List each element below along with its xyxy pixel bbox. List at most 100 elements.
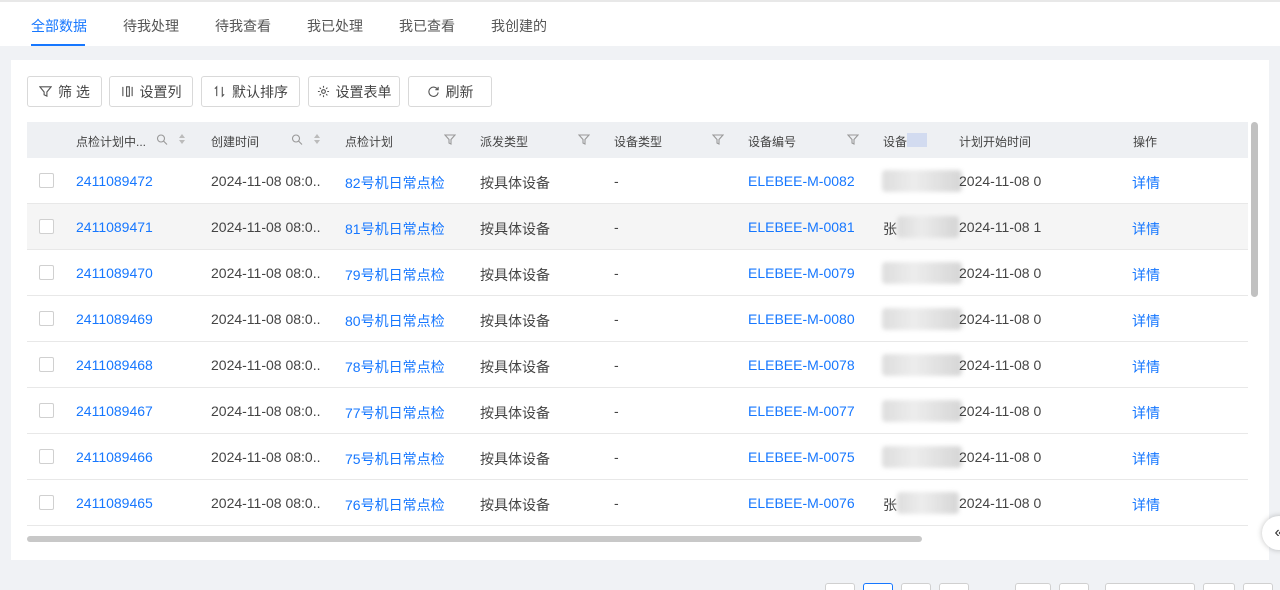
row-checkbox[interactable] <box>39 495 54 510</box>
start-time: 2024-11-08 0 <box>959 173 1042 189</box>
plan-link[interactable]: 75号机日常点检 <box>345 449 445 469</box>
dispatch-type: 按具体设备 <box>480 267 550 283</box>
plan-no-link[interactable]: 2411089470 <box>76 265 153 281</box>
horizontal-scrollbar[interactable] <box>27 536 922 542</box>
device-name: 张 <box>883 221 897 237</box>
refresh-button[interactable]: 刷新 <box>408 76 492 107</box>
col-header-start-time[interactable]: 计划开始时间 <box>959 133 1031 150</box>
default-sort-button[interactable]: 默认排序 <box>201 76 300 107</box>
plan-link[interactable]: 76号机日常点检 <box>345 495 445 515</box>
page-jump-button[interactable] <box>1243 583 1273 590</box>
start-time: 2024-11-08 0 <box>959 357 1042 373</box>
details-link[interactable]: 详情 <box>1132 449 1160 469</box>
plan-link[interactable]: 80号机日常点检 <box>345 311 445 331</box>
start-time: 2024-11-08 0 <box>959 449 1042 465</box>
active-tab-indicator <box>31 44 85 46</box>
details-link[interactable]: 详情 <box>1132 219 1160 239</box>
pagination-page[interactable] <box>1015 583 1051 590</box>
row-checkbox[interactable] <box>39 173 54 188</box>
col-header-plan-no[interactable]: 点检计划中... <box>76 133 146 150</box>
row-checkbox[interactable] <box>39 265 54 280</box>
tab-pending-view[interactable]: 待我查看 <box>215 16 271 36</box>
details-link[interactable]: 详情 <box>1132 495 1160 515</box>
row-checkbox[interactable] <box>39 449 54 464</box>
plan-no-link[interactable]: 2411089465 <box>76 495 153 511</box>
page-jump-input[interactable] <box>1203 583 1235 590</box>
device-no-link[interactable]: ELEBEE-M-0078 <box>748 357 855 373</box>
pagination-page[interactable] <box>939 583 969 590</box>
plan-link[interactable]: 79号机日常点检 <box>345 265 445 285</box>
row-checkbox[interactable] <box>39 311 54 326</box>
redacted-device-name <box>897 492 959 514</box>
device-no-link[interactable]: ELEBEE-M-0079 <box>748 265 855 281</box>
plan-no-link[interactable]: 2411089471 <box>76 219 153 235</box>
tabs-bar: 全部数据 待我处理 待我查看 我已处理 我已查看 我创建的 <box>0 0 1280 46</box>
pagination-next-button[interactable] <box>1059 583 1089 590</box>
filter-icon[interactable] <box>444 133 456 146</box>
sort-toggle-icon[interactable] <box>313 132 321 146</box>
device-type: - <box>614 449 619 465</box>
set-columns-label: 设置列 <box>139 83 182 100</box>
plan-link[interactable]: 81号机日常点检 <box>345 219 445 239</box>
created-time: 2024-11-08 08:0... <box>211 219 321 235</box>
redacted-device-name <box>882 354 962 376</box>
device-no-link[interactable]: ELEBEE-M-0080 <box>748 311 855 327</box>
details-link[interactable]: 详情 <box>1132 173 1160 193</box>
col-header-dispatch[interactable]: 派发类型 <box>480 133 528 150</box>
pagination-page[interactable] <box>901 583 931 590</box>
plan-link[interactable]: 78号机日常点检 <box>345 357 445 377</box>
device-type: - <box>614 495 619 511</box>
device-no-link[interactable]: ELEBEE-M-0081 <box>748 219 855 235</box>
set-columns-button[interactable]: 设置列 <box>109 76 193 107</box>
filter-icon[interactable] <box>578 133 590 146</box>
device-no-link[interactable]: ELEBEE-M-0077 <box>748 403 855 419</box>
row-checkbox[interactable] <box>39 403 54 418</box>
redacted-device-name <box>882 308 962 330</box>
device-no-link[interactable]: ELEBEE-M-0075 <box>748 449 855 465</box>
row-checkbox[interactable] <box>39 357 54 372</box>
col-header-plan[interactable]: 点检计划 <box>345 133 393 150</box>
details-link[interactable]: 详情 <box>1132 357 1160 377</box>
tab-handled[interactable]: 我已处理 <box>307 16 363 36</box>
device-no-link[interactable]: ELEBEE-M-0082 <box>748 173 855 189</box>
sort-toggle-icon[interactable] <box>178 132 186 146</box>
col-header-device-no[interactable]: 设备编号 <box>748 133 796 150</box>
created-time: 2024-11-08 08:0... <box>211 403 321 419</box>
filter-icon[interactable] <box>847 133 859 146</box>
plan-no-link[interactable]: 2411089466 <box>76 449 153 465</box>
plan-link[interactable]: 82号机日常点检 <box>345 173 445 193</box>
tab-pending-handle[interactable]: 待我处理 <box>123 16 179 36</box>
pagination-page-current[interactable] <box>863 583 893 590</box>
device-type: - <box>614 403 619 419</box>
table-row: 2411089466 2024-11-08 08:0... 75号机日常点检 按… <box>27 434 1248 480</box>
row-checkbox[interactable] <box>39 219 54 234</box>
plan-no-link[interactable]: 2411089472 <box>76 173 153 189</box>
start-time: 2024-11-08 1 <box>959 219 1042 235</box>
details-link[interactable]: 详情 <box>1132 311 1160 331</box>
device-no-link[interactable]: ELEBEE-M-0076 <box>748 495 855 511</box>
details-link[interactable]: 详情 <box>1132 265 1160 285</box>
vertical-scrollbar[interactable] <box>1251 122 1258 297</box>
col-header-device-type[interactable]: 设备类型 <box>614 133 662 150</box>
columns-icon <box>121 86 133 97</box>
tab-all-data[interactable]: 全部数据 <box>31 16 87 36</box>
tab-viewed[interactable]: 我已查看 <box>399 16 455 36</box>
tab-created-by-me[interactable]: 我创建的 <box>491 16 547 36</box>
col-header-created[interactable]: 创建时间 <box>211 133 259 150</box>
plan-link[interactable]: 77号机日常点检 <box>345 403 445 423</box>
pagination-prev-button[interactable] <box>825 583 855 590</box>
plan-no-link[interactable]: 2411089469 <box>76 311 153 327</box>
col-header-device-name[interactable]: 设备 <box>883 133 907 150</box>
plan-no-link[interactable]: 2411089467 <box>76 403 153 419</box>
dispatch-type: 按具体设备 <box>480 221 550 237</box>
plan-no-link[interactable]: 2411089468 <box>76 357 153 373</box>
set-form-button[interactable]: 设置表单 <box>308 76 400 107</box>
filter-button[interactable]: 筛 选 <box>27 76 102 107</box>
page-size-select[interactable] <box>1105 583 1195 590</box>
table-row: 2411089472 2024-11-08 08:0... 82号机日常点检 按… <box>27 158 1248 204</box>
details-link[interactable]: 详情 <box>1132 403 1160 423</box>
search-icon[interactable] <box>156 133 168 146</box>
refresh-icon <box>427 86 439 97</box>
search-icon[interactable] <box>291 133 303 146</box>
filter-icon[interactable] <box>712 133 724 146</box>
